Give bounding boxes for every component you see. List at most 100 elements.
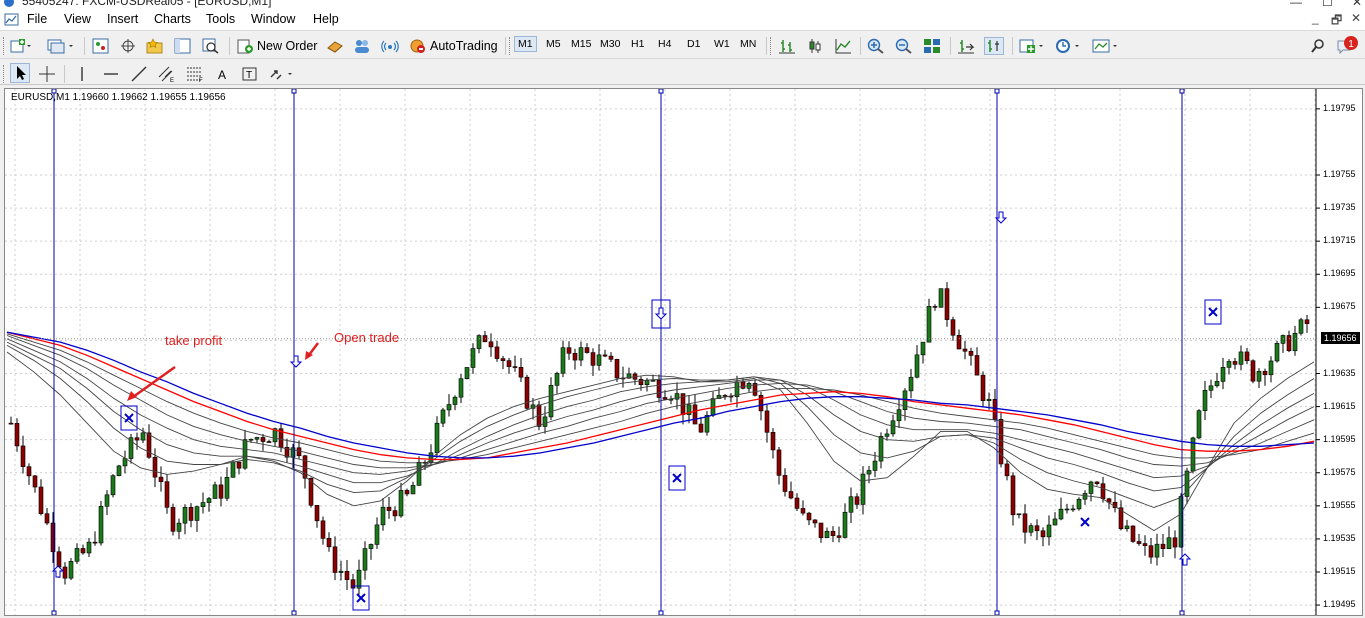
candle-body — [194, 506, 200, 521]
annotation-arrowhead — [127, 391, 137, 401]
metaeditor-button[interactable] — [326, 35, 344, 56]
zoom-out-icon — [895, 38, 912, 54]
menu-help[interactable]: Help — [313, 12, 339, 26]
candle-body — [320, 520, 326, 539]
text-label-tool[interactable]: T — [241, 63, 259, 84]
candle-body — [212, 484, 218, 499]
menu-file[interactable]: File — [27, 12, 47, 26]
vertical-line-handle — [658, 89, 664, 94]
periods-button[interactable] — [1055, 35, 1083, 56]
trendline-tool[interactable] — [130, 63, 148, 84]
timeframe-toolbar-grip[interactable] — [509, 37, 512, 55]
vertical-line-handle — [291, 89, 297, 94]
data-window-button[interactable] — [119, 35, 137, 56]
templates-button[interactable] — [1092, 35, 1120, 56]
candle-body — [764, 410, 770, 433]
timeframe-m30[interactable]: M30 — [600, 38, 620, 50]
candle-body — [134, 437, 140, 441]
timeframe-m1[interactable]: M1 — [514, 36, 537, 52]
chart-canvas[interactable] — [5, 89, 1362, 615]
zoom-in-icon — [867, 38, 884, 54]
timeframe-m15[interactable]: M15 — [571, 38, 591, 50]
cursor-tool[interactable] — [10, 62, 30, 83]
timeframe-w1[interactable]: W1 — [714, 38, 730, 50]
candle-body — [1232, 361, 1238, 365]
indicators-button[interactable] — [1019, 35, 1047, 56]
price-chart[interactable]: EURUSD,M1 1.19660 1.19662 1.19655 1.1965… — [4, 88, 1363, 616]
equidistant-channel-tool[interactable]: E — [157, 63, 177, 84]
menu-window[interactable]: Window — [251, 12, 295, 26]
profiles-button[interactable] — [46, 35, 76, 56]
timeframe-h4[interactable]: H4 — [658, 38, 671, 50]
candle-body — [140, 432, 146, 441]
auto-scroll-button[interactable] — [984, 35, 1004, 56]
vertical-line-tool[interactable] — [74, 63, 90, 84]
timeframe-h1[interactable]: H1 — [631, 38, 644, 50]
candle-body — [146, 432, 152, 458]
close-icon[interactable]: ✕ — [1352, 0, 1362, 9]
text-tool[interactable]: A — [215, 63, 231, 84]
vertical-line-handle — [51, 610, 57, 615]
line-chart-button[interactable] — [834, 35, 852, 56]
candle-body — [1040, 530, 1046, 538]
maximize-icon[interactable]: ☐ — [1322, 0, 1333, 9]
strategy-tester-button[interactable] — [202, 35, 220, 56]
candle-body — [1016, 513, 1022, 516]
menu-tools[interactable]: Tools — [206, 12, 235, 26]
price-label: 1.19795 — [1323, 102, 1356, 113]
mdi-close-icon[interactable]: ✕ — [1351, 11, 1361, 25]
navigator-button[interactable] — [146, 35, 164, 56]
mdi-minimize-icon[interactable]: _ — [1312, 11, 1319, 25]
zoom-out-button[interactable] — [895, 35, 913, 56]
timeframe-mn[interactable]: MN — [740, 38, 756, 50]
vertical-line-icon — [81, 66, 83, 81]
menu-insert[interactable]: Insert — [107, 12, 138, 26]
menu-view[interactable]: View — [64, 12, 91, 26]
candle-body — [152, 456, 158, 478]
mdi-restore-icon[interactable]: 🗗 — [1331, 11, 1342, 32]
timeframe-d1[interactable]: D1 — [687, 38, 700, 50]
arrows-tool[interactable] — [268, 63, 298, 84]
candle-body — [56, 551, 62, 568]
chart-shift-button[interactable] — [957, 35, 975, 56]
candlestick-button[interactable] — [806, 35, 824, 56]
terminal-icon — [174, 38, 191, 53]
toolbar-grip[interactable] — [3, 65, 6, 83]
timeframe-m5[interactable]: M5 — [546, 38, 561, 50]
new-chart-button[interactable] — [10, 35, 32, 56]
vertical-line-handle — [994, 610, 1000, 615]
zoom-in-button[interactable] — [867, 35, 885, 56]
candle-body — [1052, 518, 1058, 526]
candle-body — [326, 538, 332, 548]
bar-chart-button[interactable] — [778, 35, 796, 56]
candle-body — [704, 415, 710, 433]
tile-windows-button[interactable] — [923, 35, 941, 56]
price-label: 1.19735 — [1323, 202, 1356, 213]
new-order-button[interactable]: New Order — [236, 35, 317, 56]
horizontal-line-tool[interactable] — [102, 63, 120, 84]
notifications-button[interactable]: 1 — [1336, 35, 1360, 56]
svg-text:F: F — [199, 78, 203, 83]
notification-count: 1 — [1348, 39, 1354, 50]
price-label: 1.19595 — [1323, 433, 1356, 444]
candle-body — [1034, 525, 1040, 532]
fibonacci-tool[interactable]: F — [185, 63, 205, 84]
menu-charts[interactable]: Charts — [154, 12, 191, 26]
candle-body — [230, 461, 236, 478]
candle-body — [1070, 508, 1076, 511]
candle-body — [542, 416, 548, 427]
signals-button[interactable] — [381, 35, 399, 56]
minimize-icon[interactable]: — — [1290, 0, 1302, 9]
people-icon — [355, 39, 369, 53]
search-button[interactable] — [1310, 35, 1326, 56]
crosshair-tool[interactable] — [38, 63, 56, 84]
autotrading-button[interactable]: AutoTrading — [409, 35, 498, 56]
market-watch-button[interactable] — [92, 35, 110, 56]
price-label: 1.19615 — [1323, 400, 1356, 411]
community-button[interactable] — [353, 35, 371, 56]
charts-toolbar-grip[interactable] — [770, 37, 773, 55]
terminal-button[interactable] — [174, 35, 192, 56]
toolbar-grip[interactable] — [3, 37, 6, 55]
candle-body — [362, 548, 368, 571]
new-order-label: New Order — [257, 38, 318, 53]
